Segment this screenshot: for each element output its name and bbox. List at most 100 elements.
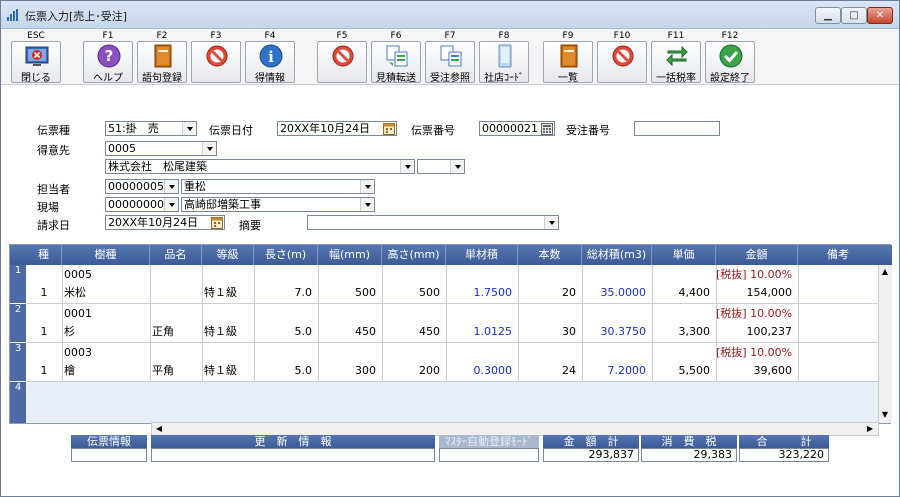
row-number-4[interactable]: 4 bbox=[10, 382, 26, 423]
row-number-3[interactable]: 3 bbox=[10, 343, 26, 381]
row3-code[interactable]: 0003 bbox=[62, 343, 150, 362]
scroll-up-icon[interactable]: ▲ bbox=[879, 266, 891, 278]
order-number-field[interactable] bbox=[634, 121, 720, 136]
f5-button[interactable] bbox=[317, 41, 367, 83]
row1-species[interactable]: 米松 bbox=[62, 283, 150, 302]
row1-width[interactable]: 500 bbox=[318, 283, 382, 302]
store-code-button[interactable]: 社店ｺｰﾄﾞ bbox=[479, 41, 529, 84]
site-code-select[interactable]: 00000000 bbox=[105, 197, 179, 212]
row2-grade[interactable]: 特１級 bbox=[202, 322, 254, 341]
slip-number-field[interactable]: 00000021 bbox=[479, 121, 555, 136]
col-header-unit-price[interactable]: 単価 bbox=[652, 245, 716, 265]
customer-sub-select[interactable] bbox=[417, 159, 465, 174]
slip-info-label[interactable]: 伝票情報 bbox=[71, 435, 147, 448]
customer-code-select[interactable]: 0005 bbox=[105, 141, 217, 156]
horizontal-scrollbar[interactable]: ◀ ▶ bbox=[151, 422, 879, 436]
scroll-left-icon[interactable]: ◀ bbox=[153, 423, 165, 435]
row2-count[interactable]: 30 bbox=[518, 322, 582, 341]
row3-count[interactable]: 24 bbox=[518, 361, 582, 380]
row3-item[interactable]: 平角 bbox=[150, 361, 202, 380]
row1-grade[interactable]: 特１級 bbox=[202, 283, 254, 302]
col-header-grade[interactable]: 等級 bbox=[202, 245, 254, 265]
col-header-amount[interactable]: 金額 bbox=[716, 245, 798, 265]
scroll-down-icon[interactable]: ▼ bbox=[879, 409, 891, 421]
customer-name-select[interactable]: 株式会社 松尾建築 bbox=[105, 159, 415, 174]
col-header-total-volume[interactable]: 総材積(m3) bbox=[582, 245, 652, 265]
chevron-down-icon[interactable] bbox=[164, 180, 178, 193]
row-number-1[interactable]: 1 bbox=[10, 265, 26, 303]
row3-kind[interactable]: 1 bbox=[26, 361, 62, 380]
row1-length[interactable]: 7.0 bbox=[254, 283, 318, 302]
chevron-down-icon[interactable] bbox=[360, 198, 374, 211]
col-header-item[interactable]: 品名 bbox=[150, 245, 202, 265]
chevron-down-icon[interactable] bbox=[360, 180, 374, 193]
col-header-unit-volume[interactable]: 単材積 bbox=[446, 245, 518, 265]
list-button[interactable]: 一覧 bbox=[543, 41, 593, 84]
col-header-length[interactable]: 長さ(m) bbox=[254, 245, 318, 265]
row1-tax[interactable]: [税抜] 10.00% bbox=[716, 265, 798, 284]
row1-height[interactable]: 500 bbox=[382, 283, 446, 302]
slip-date-field[interactable]: 20XX年10月24日 bbox=[277, 121, 397, 136]
close-button[interactable]: ✕ bbox=[867, 7, 893, 24]
row2-amount[interactable]: 100,237 bbox=[716, 322, 798, 341]
staff-name-select[interactable]: 重松 bbox=[181, 179, 375, 194]
row3-price[interactable]: 5,500 bbox=[652, 361, 716, 380]
close-form-button[interactable]: 閉じる bbox=[11, 41, 61, 84]
row1-amount[interactable]: 154,000 bbox=[716, 283, 798, 302]
billing-date-field[interactable]: 20XX年10月24日 bbox=[105, 215, 225, 230]
col-header-species[interactable]: 樹種 bbox=[62, 245, 150, 265]
row-number-2[interactable]: 2 bbox=[10, 304, 26, 342]
staff-code-select[interactable]: 00000005 bbox=[105, 179, 179, 194]
f3-button[interactable] bbox=[191, 41, 241, 83]
phrase-register-button[interactable]: 語句登録 bbox=[137, 41, 187, 84]
estimate-transfer-button[interactable]: 見積転送 bbox=[371, 41, 421, 84]
f10-button[interactable] bbox=[597, 41, 647, 83]
slip-type-select[interactable]: 51:掛 売 bbox=[105, 121, 197, 136]
customer-info-button[interactable]: i 得情報 bbox=[245, 41, 295, 84]
chevron-down-icon[interactable] bbox=[400, 160, 414, 173]
chevron-down-icon[interactable] bbox=[450, 160, 464, 173]
row1-note[interactable] bbox=[798, 283, 878, 302]
col-header-note[interactable]: 備考 bbox=[798, 245, 878, 265]
row3-amount[interactable]: 39,600 bbox=[716, 361, 798, 380]
chevron-down-icon[interactable] bbox=[202, 142, 216, 155]
row1-item[interactable] bbox=[150, 283, 202, 302]
row2-tax[interactable]: [税抜] 10.00% bbox=[716, 304, 798, 323]
row2-note[interactable] bbox=[798, 322, 878, 341]
col-header-count[interactable]: 本数 bbox=[518, 245, 582, 265]
row2-species[interactable]: 杉 bbox=[62, 322, 150, 341]
row3-grade[interactable]: 特１級 bbox=[202, 361, 254, 380]
row2-price[interactable]: 3,300 bbox=[652, 322, 716, 341]
row2-length[interactable]: 5.0 bbox=[254, 322, 318, 341]
number-picker-icon[interactable] bbox=[541, 122, 553, 135]
row2-height[interactable]: 450 bbox=[382, 322, 446, 341]
calendar-icon[interactable] bbox=[211, 216, 223, 229]
row1-code[interactable]: 0005 bbox=[62, 265, 150, 284]
bulk-tax-rate-button[interactable]: 一括税率 bbox=[651, 41, 701, 84]
row2-kind[interactable]: 1 bbox=[26, 322, 62, 341]
col-header-kind[interactable]: 種 bbox=[26, 245, 62, 265]
empty-row[interactable] bbox=[26, 382, 878, 423]
maximize-button[interactable]: □ bbox=[841, 7, 867, 24]
row2-item[interactable]: 正角 bbox=[150, 322, 202, 341]
scroll-right-icon[interactable]: ▶ bbox=[864, 423, 876, 435]
row3-tax[interactable]: [税抜] 10.00% bbox=[716, 343, 798, 362]
row3-length[interactable]: 5.0 bbox=[254, 361, 318, 380]
order-reference-button[interactable]: 受注参照 bbox=[425, 41, 475, 84]
row1-price[interactable]: 4,400 bbox=[652, 283, 716, 302]
vertical-scrollbar[interactable]: ▲ ▼ bbox=[878, 265, 892, 423]
minimize-button[interactable]: ▁ bbox=[815, 7, 841, 24]
help-button[interactable]: ? ヘルプ bbox=[83, 41, 133, 84]
row3-height[interactable]: 200 bbox=[382, 361, 446, 380]
master-auto-register-label[interactable]: ﾏｽﾀｰ自動登録ﾓｰﾄﾞ bbox=[439, 435, 539, 448]
site-name-select[interactable]: 高崎邸増築工事 bbox=[181, 197, 375, 212]
row2-width[interactable]: 450 bbox=[318, 322, 382, 341]
chevron-down-icon[interactable] bbox=[544, 216, 558, 229]
memo-select[interactable] bbox=[307, 215, 559, 230]
calendar-icon[interactable] bbox=[383, 122, 395, 135]
col-header-height[interactable]: 高さ(mm) bbox=[382, 245, 446, 265]
finish-settings-button[interactable]: 設定終了 bbox=[705, 41, 755, 84]
row3-note[interactable] bbox=[798, 361, 878, 380]
chevron-down-icon[interactable] bbox=[182, 122, 196, 135]
col-header-width[interactable]: 幅(mm) bbox=[318, 245, 382, 265]
